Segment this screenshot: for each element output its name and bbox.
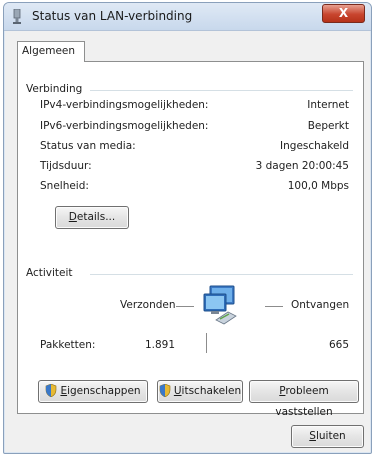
ipv6-value: Beperkt bbox=[307, 120, 349, 132]
disable-label: itschakelen bbox=[181, 385, 242, 397]
details-button[interactable]: Details... bbox=[55, 206, 129, 229]
packets-sent-value: 1.891 bbox=[144, 339, 175, 351]
close-label: luiten bbox=[315, 430, 346, 442]
tab-algemeen[interactable]: Algemeen bbox=[17, 41, 85, 62]
disable-accel: U bbox=[173, 385, 182, 397]
ipv4-value: Internet bbox=[307, 99, 349, 111]
dialog-window: Status van LAN-verbinding X Algemeen Ver… bbox=[3, 2, 372, 454]
diagnose-button[interactable]: Probleem vaststellen bbox=[249, 380, 359, 418]
activity-group-divider bbox=[90, 274, 353, 275]
media-status-label: Status van media: bbox=[40, 140, 136, 152]
received-connector bbox=[265, 306, 283, 307]
tab-panel-algemeen: Verbinding IPv4-verbindingsmogelijkheden… bbox=[17, 61, 364, 418]
activity-separator bbox=[206, 333, 207, 353]
connection-group-title: Verbinding bbox=[26, 83, 83, 95]
title-bar[interactable]: Status van LAN-verbinding X bbox=[4, 3, 371, 31]
connection-group-divider bbox=[90, 90, 353, 91]
speed-label: Snelheid: bbox=[40, 180, 89, 192]
ipv4-label: IPv4-verbindingsmogelijkheden: bbox=[40, 99, 209, 111]
media-status-value: Ingeschakeld bbox=[280, 140, 349, 152]
close-icon: X bbox=[338, 6, 349, 20]
network-adapter-icon bbox=[13, 9, 21, 24]
speed-value: 100,0 Mbps bbox=[287, 180, 349, 192]
properties-label: igenschappen bbox=[67, 385, 141, 397]
shield-icon bbox=[159, 384, 171, 397]
activity-group-title: Activiteit bbox=[26, 267, 73, 279]
packets-received-value: 665 bbox=[328, 339, 349, 351]
details-accel: D bbox=[68, 211, 77, 223]
properties-button[interactable]: Eigenschappen bbox=[38, 380, 148, 403]
network-computers-icon bbox=[203, 285, 237, 325]
close-accel: S bbox=[309, 430, 316, 442]
shield-icon bbox=[46, 384, 57, 397]
window-title: Status van LAN-verbinding bbox=[32, 9, 193, 23]
sent-connector bbox=[176, 306, 194, 307]
ipv6-label: IPv6-verbindingsmogelijkheden: bbox=[40, 120, 209, 132]
close-button[interactable]: Sluiten bbox=[291, 425, 364, 448]
duration-label: Tijdsduur: bbox=[40, 160, 92, 172]
details-label: etails... bbox=[76, 211, 116, 223]
received-label: Ontvangen bbox=[291, 299, 350, 311]
sent-label: Verzonden bbox=[120, 299, 176, 311]
duration-value: 3 dagen 20:00:45 bbox=[255, 160, 349, 172]
disable-button[interactable]: Uitschakelen bbox=[157, 380, 243, 403]
packets-label: Pakketten: bbox=[40, 339, 96, 351]
close-window-button[interactable]: X bbox=[322, 4, 365, 23]
